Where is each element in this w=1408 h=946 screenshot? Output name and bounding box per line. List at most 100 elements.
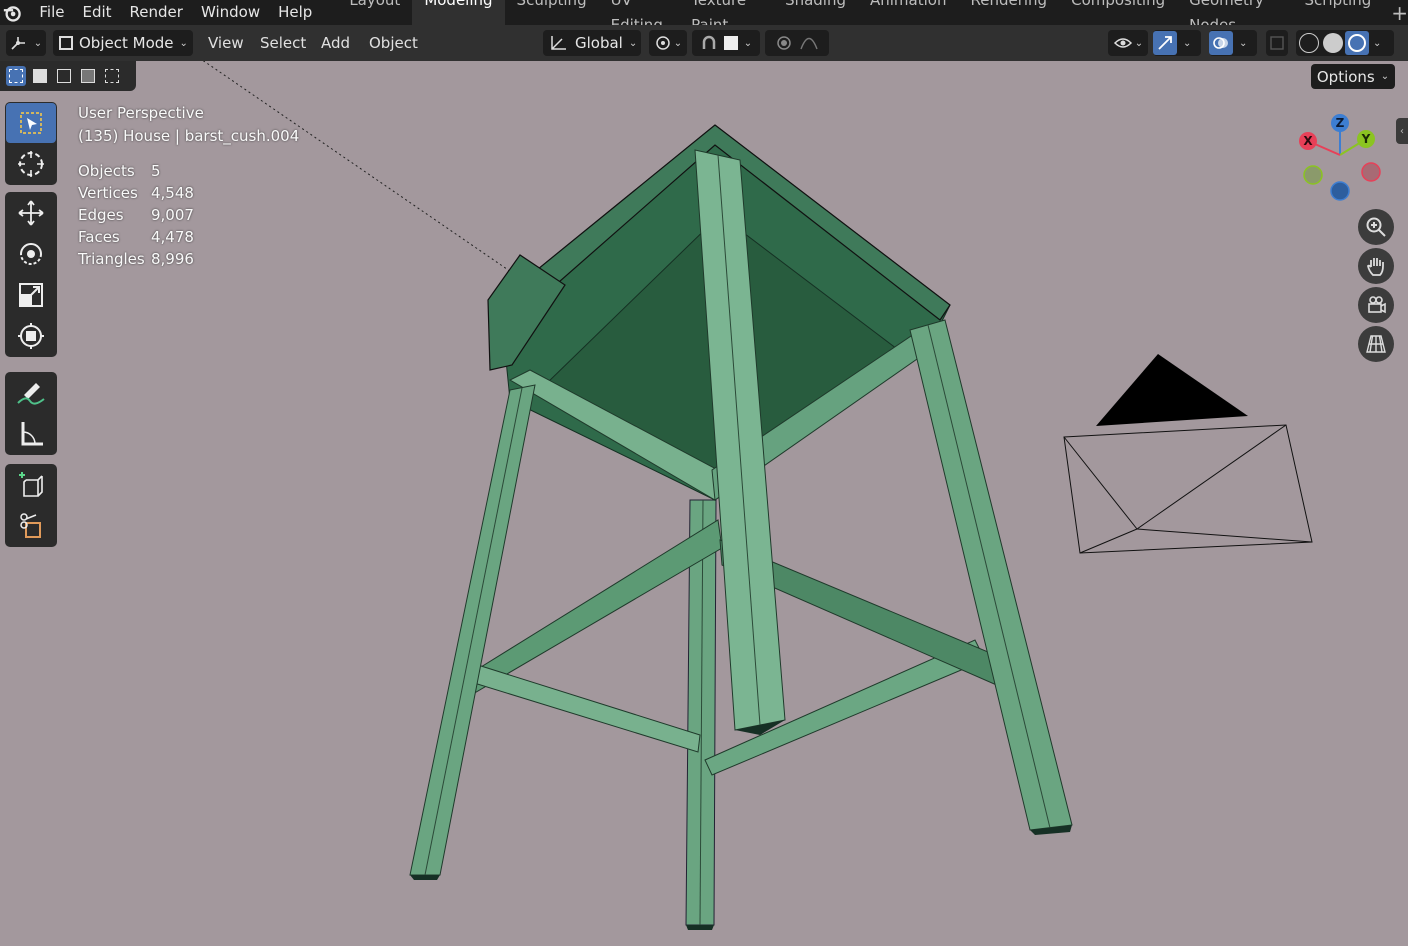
stats-row-triangles: Triangles 8,996 [78, 248, 194, 270]
object-menu[interactable]: Object [369, 30, 418, 56]
add-workspace-button[interactable]: + [1391, 1, 1408, 25]
object-mode-icon [59, 36, 73, 50]
stool-right-leg [909, 319, 1073, 835]
proportional-editing-button[interactable] [765, 30, 829, 56]
add-cube-tool[interactable] [6, 465, 56, 505]
add-menu[interactable]: Add [321, 30, 350, 56]
chevron-down-icon: ⌄ [628, 37, 638, 49]
ruler-icon [21, 422, 43, 446]
toolbar-transform-group [5, 192, 57, 357]
options-label: Options [1316, 67, 1375, 86]
rotate-tool[interactable] [6, 234, 56, 274]
select-extend-icon[interactable] [30, 66, 50, 86]
cursor-tool[interactable] [6, 144, 56, 184]
zoom-button[interactable] [1358, 209, 1394, 245]
gizmo-toggle[interactable]: ⌄ [1153, 30, 1201, 56]
toolbar-select-group [5, 102, 57, 185]
pencil-icon [17, 383, 45, 405]
magnet-icon [702, 35, 716, 49]
stats-label: Faces [78, 228, 120, 246]
perspective-label: User Perspective [78, 104, 204, 122]
menu-help[interactable]: Help [269, 0, 321, 25]
xray-toggle[interactable] [1266, 30, 1288, 56]
stats-label: Edges [78, 206, 124, 224]
chevron-down-icon: ⌄ [743, 37, 753, 49]
viewport-header: ⌄ Object Mode ⌄ View Select Add Object G… [0, 25, 1408, 61]
move-icon [18, 200, 44, 226]
move-tool[interactable] [6, 193, 56, 233]
chevron-down-icon: ⌄ [179, 37, 188, 49]
camera-object [1063, 354, 1313, 554]
xray-icon [1270, 36, 1284, 50]
axis-y-label: Y [1361, 132, 1371, 146]
axis-neg-z-handle[interactable] [1330, 181, 1350, 201]
camera-view-button[interactable] [1358, 287, 1394, 323]
scale-tool[interactable] [6, 275, 56, 315]
menu-render[interactable]: Render [121, 0, 192, 25]
pivot-icon [656, 36, 670, 50]
axis-z-label: Z [1336, 116, 1345, 130]
pivot-point-button[interactable]: ⌄ [649, 30, 687, 56]
mode-dropdown[interactable]: Object Mode ⌄ [53, 30, 193, 56]
transform-tool[interactable] [6, 316, 56, 356]
chevron-down-icon[interactable]: ⌄ [1373, 38, 1381, 49]
stats-row-objects: Objects 5 [78, 160, 194, 182]
select-new-icon[interactable] [6, 66, 26, 86]
zoom-icon [1366, 217, 1386, 237]
stats-row-vertices: Vertices 4,548 [78, 182, 194, 204]
stats-value: 4,548 [151, 184, 194, 202]
stats-value: 4,478 [151, 228, 194, 246]
orientation-label: Global [575, 34, 623, 52]
menu-window[interactable]: Window [192, 0, 269, 25]
select-invert-icon[interactable] [78, 66, 98, 86]
blender-logo-icon[interactable] [2, 2, 22, 24]
solid-shading-icon[interactable] [1323, 33, 1343, 53]
stats-row-edges: Edges 9,007 [78, 204, 194, 226]
select-menu[interactable]: Select [260, 30, 306, 56]
falloff-icon [800, 37, 818, 50]
transform-orientation-dropdown[interactable]: Global ⌄ [543, 30, 641, 56]
menu-edit[interactable]: Edit [73, 0, 120, 25]
axis-neg-x-handle[interactable] [1361, 162, 1381, 182]
stats-row-faces: Faces 4,478 [78, 226, 194, 248]
stats-label: Vertices [78, 184, 138, 202]
camera-icon [1368, 296, 1386, 314]
rotate-icon [20, 243, 42, 265]
gizmo-icon [1153, 31, 1177, 55]
snap-button[interactable]: ⌄ [692, 30, 760, 56]
stats-value: 8,996 [151, 250, 194, 268]
grid-perspective-icon [1366, 335, 1386, 353]
sidebar-toggle[interactable]: ‹ [1396, 118, 1408, 144]
add-cube-icon [19, 472, 43, 497]
stats-label: Objects [78, 162, 135, 180]
chevron-down-icon: ⌄ [1183, 37, 1192, 49]
toolbar-add-group [5, 464, 57, 547]
view-menu[interactable]: View [208, 30, 244, 56]
options-dropdown[interactable]: Options ⌄ [1311, 64, 1395, 89]
visibility-button[interactable]: ⌄ [1108, 30, 1148, 56]
annotate-tool[interactable] [6, 373, 56, 413]
pan-button[interactable] [1358, 248, 1394, 284]
extrude-tool[interactable] [6, 506, 56, 546]
chevron-down-icon: ⌄ [1239, 37, 1248, 49]
hand-icon [1367, 258, 1384, 276]
top-menu-bar: File Edit Render Window Help Layout Mode… [0, 0, 1408, 38]
navigation-gizmo[interactable]: Z Y X [1295, 112, 1390, 207]
stats-value: 9,007 [151, 206, 194, 224]
orientation-icon [551, 36, 566, 50]
select-subtract-icon[interactable] [54, 66, 74, 86]
projection-toggle-button[interactable] [1358, 326, 1394, 362]
wireframe-shading-icon[interactable] [1299, 33, 1319, 53]
editor-type-button[interactable]: ⌄ [6, 30, 46, 56]
overlays-toggle[interactable]: ⌄ [1209, 30, 1257, 56]
measure-tool[interactable] [6, 414, 56, 454]
select-box-icon [20, 112, 42, 134]
menu-file[interactable]: File [30, 0, 73, 25]
select-box-tool[interactable] [6, 103, 56, 143]
material-preview-icon[interactable] [1345, 31, 1369, 55]
active-object-label: (135) House | barst_cush.004 [78, 127, 300, 145]
select-intersect-icon[interactable] [102, 66, 122, 86]
chevron-down-icon: ⌄ [33, 37, 43, 49]
axis-neg-y-handle[interactable] [1303, 165, 1323, 185]
extrude-icon [20, 513, 41, 538]
